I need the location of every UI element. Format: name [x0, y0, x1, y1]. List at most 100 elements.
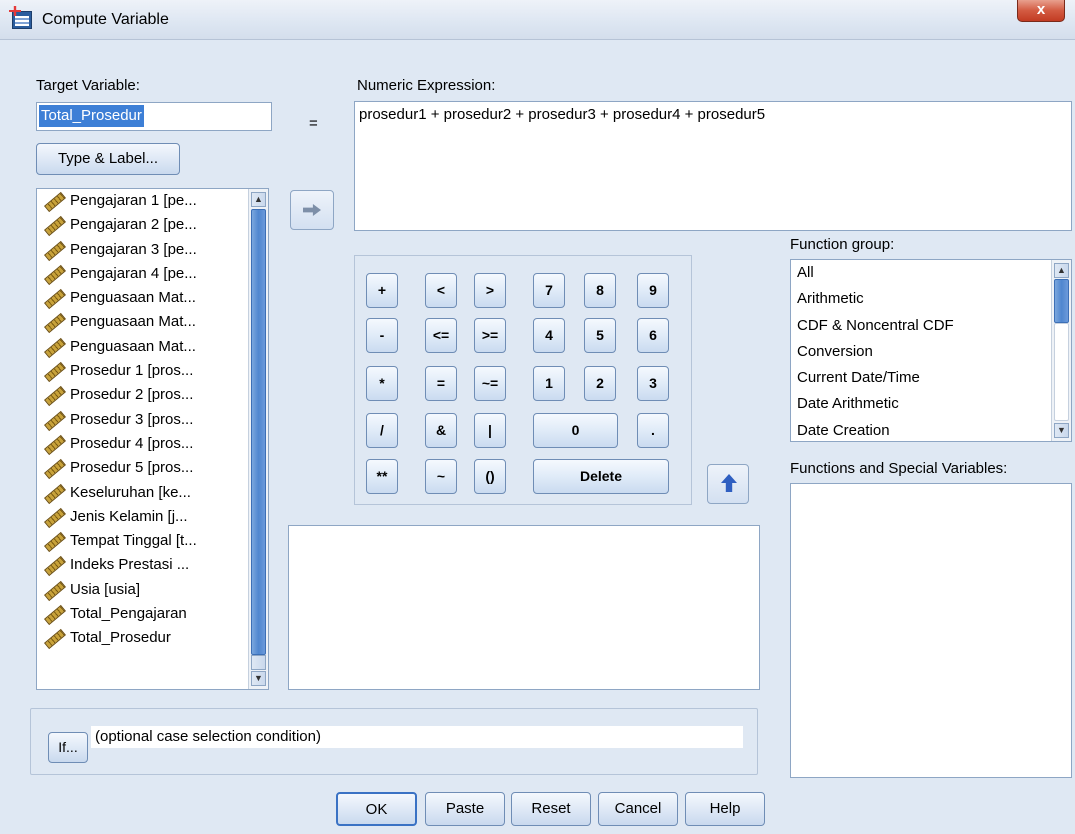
- variable-list-item[interactable]: Prosedur 1 [pros...: [37, 359, 268, 383]
- scroll-thumb[interactable]: [251, 209, 266, 655]
- move-variable-arrow-button[interactable]: [290, 190, 334, 230]
- function-group-scrollbar[interactable]: ▲ ▼: [1051, 260, 1071, 441]
- variable-list-item[interactable]: Penguasaan Mat...: [37, 286, 268, 310]
- key-6[interactable]: 6: [637, 318, 669, 353]
- key-or[interactable]: |: [474, 413, 506, 448]
- functions-label: Functions and Special Variables:: [790, 460, 1008, 477]
- key-2[interactable]: 2: [584, 366, 616, 401]
- variable-list-item[interactable]: Total_Prosedur: [37, 626, 268, 650]
- key-greater-equal[interactable]: >=: [474, 318, 506, 353]
- variable-list-item[interactable]: Indeks Prestasi ...: [37, 553, 268, 577]
- numeric-expression-field[interactable]: prosedur1 + prosedur2 + prosedur3 + pros…: [354, 101, 1072, 231]
- variable-list-item[interactable]: Keseluruhan [ke...: [37, 481, 268, 505]
- scroll-track[interactable]: [1054, 323, 1069, 421]
- variable-label: Total_Pengajaran: [70, 605, 187, 623]
- key-equal[interactable]: =: [425, 366, 457, 401]
- scroll-up-icon[interactable]: ▲: [251, 192, 266, 207]
- ruler-icon: [43, 192, 63, 208]
- variable-list-item[interactable]: Total_Pengajaran: [37, 602, 268, 626]
- key-7[interactable]: 7: [533, 273, 565, 308]
- function-description-area: [288, 525, 760, 690]
- function-group-item[interactable]: Date Arithmetic: [791, 391, 1071, 417]
- ruler-icon: [43, 435, 63, 451]
- variable-list-item[interactable]: Penguasaan Mat...: [37, 310, 268, 334]
- variable-list-item[interactable]: Pengajaran 2 [pe...: [37, 213, 268, 237]
- variable-list-item[interactable]: Prosedur 4 [pros...: [37, 432, 268, 456]
- ruler-icon: [43, 338, 63, 354]
- key-not-equal[interactable]: ~=: [474, 366, 506, 401]
- variable-list-item[interactable]: Usia [usia]: [37, 578, 268, 602]
- ruler-icon: [43, 556, 63, 572]
- type-label-button[interactable]: Type & Label...: [36, 143, 180, 175]
- key-decimal[interactable]: .: [637, 413, 669, 448]
- ruler-icon: [43, 386, 63, 402]
- key-5[interactable]: 5: [584, 318, 616, 353]
- ruler-icon: [43, 581, 63, 597]
- paste-button[interactable]: Paste: [425, 792, 505, 826]
- key-plus[interactable]: +: [366, 273, 398, 308]
- target-variable-field[interactable]: Total_Prosedur: [36, 102, 272, 131]
- variable-list-item[interactable]: Prosedur 3 [pros...: [37, 408, 268, 432]
- key-8[interactable]: 8: [584, 273, 616, 308]
- if-section: If... (optional case selection condition…: [30, 708, 758, 775]
- variable-label: Penguasaan Mat...: [70, 289, 196, 307]
- app-icon: [12, 11, 32, 29]
- key-4[interactable]: 4: [533, 318, 565, 353]
- calculator-keypad: + < > 7 8 9 - <= >= 4 5 6 * = ~= 1 2 3 /…: [354, 255, 692, 505]
- key-and[interactable]: &: [425, 413, 457, 448]
- key-delete[interactable]: Delete: [533, 459, 669, 494]
- variable-label: Tempat Tinggal [t...: [70, 532, 197, 550]
- key-less-equal[interactable]: <=: [425, 318, 457, 353]
- function-group-items: All Arithmetic CDF & Noncentral CDF Convers…: [791, 260, 1071, 441]
- scroll-down-icon[interactable]: ▼: [251, 671, 266, 686]
- function-group-item[interactable]: Conversion: [791, 339, 1071, 365]
- variable-label: Prosedur 4 [pros...: [70, 434, 194, 452]
- key-greater-than[interactable]: >: [474, 273, 506, 308]
- key-minus[interactable]: -: [366, 318, 398, 353]
- key-9[interactable]: 9: [637, 273, 669, 308]
- function-group-item[interactable]: CDF & Noncentral CDF: [791, 313, 1071, 339]
- ruler-icon: [43, 216, 63, 232]
- cancel-button[interactable]: Cancel: [598, 792, 678, 826]
- functions-list[interactable]: [790, 483, 1072, 778]
- key-3[interactable]: 3: [637, 366, 669, 401]
- variable-list-item[interactable]: Prosedur 2 [pros...: [37, 383, 268, 407]
- help-button[interactable]: Help: [685, 792, 765, 826]
- key-less-than[interactable]: <: [425, 273, 457, 308]
- key-not[interactable]: ~: [425, 459, 457, 494]
- key-parentheses[interactable]: (): [474, 459, 506, 494]
- variable-label: Keseluruhan [ke...: [70, 483, 191, 501]
- key-1[interactable]: 1: [533, 366, 565, 401]
- function-group-item[interactable]: Arithmetic: [791, 286, 1071, 312]
- scroll-up-icon[interactable]: ▲: [1054, 263, 1069, 278]
- scroll-thumb[interactable]: [1054, 279, 1069, 323]
- close-button[interactable]: x: [1017, 0, 1065, 22]
- variable-list-item[interactable]: Pengajaran 4 [pe...: [37, 262, 268, 286]
- key-power[interactable]: **: [366, 459, 398, 494]
- scroll-down-icon[interactable]: ▼: [1054, 423, 1069, 438]
- ok-button[interactable]: OK: [336, 792, 417, 826]
- if-button[interactable]: If...: [48, 732, 88, 763]
- variable-list-item[interactable]: Pengajaran 1 [pe...: [37, 189, 268, 213]
- target-variable-label: Target Variable:: [36, 77, 140, 94]
- target-variable-value: Total_Prosedur: [39, 105, 144, 127]
- variable-list-item[interactable]: Penguasaan Mat...: [37, 335, 268, 359]
- function-group-item[interactable]: All: [791, 260, 1071, 286]
- variable-list-item[interactable]: Tempat Tinggal [t...: [37, 529, 268, 553]
- variable-list[interactable]: Pengajaran 1 [pe... Pengajaran 2 [pe... Pe…: [36, 188, 269, 690]
- function-group-item[interactable]: Date Creation: [791, 418, 1071, 441]
- key-0[interactable]: 0: [533, 413, 618, 448]
- move-function-up-button[interactable]: [707, 464, 749, 504]
- reset-button[interactable]: Reset: [511, 792, 591, 826]
- function-group-item[interactable]: Current Date/Time: [791, 365, 1071, 391]
- ruler-icon: [43, 605, 63, 621]
- function-group-list[interactable]: All Arithmetic CDF & Noncentral CDF Convers…: [790, 259, 1072, 442]
- key-divide[interactable]: /: [366, 413, 398, 448]
- variable-list-scrollbar[interactable]: ▲ ▼: [248, 189, 268, 689]
- variable-list-item[interactable]: Pengajaran 3 [pe...: [37, 238, 268, 262]
- numeric-expression-label: Numeric Expression:: [357, 77, 496, 94]
- variable-label: Usia [usia]: [70, 580, 141, 598]
- variable-list-item[interactable]: Prosedur 5 [pros...: [37, 456, 268, 480]
- variable-list-item[interactable]: Jenis Kelamin [j...: [37, 505, 268, 529]
- key-multiply[interactable]: *: [366, 366, 398, 401]
